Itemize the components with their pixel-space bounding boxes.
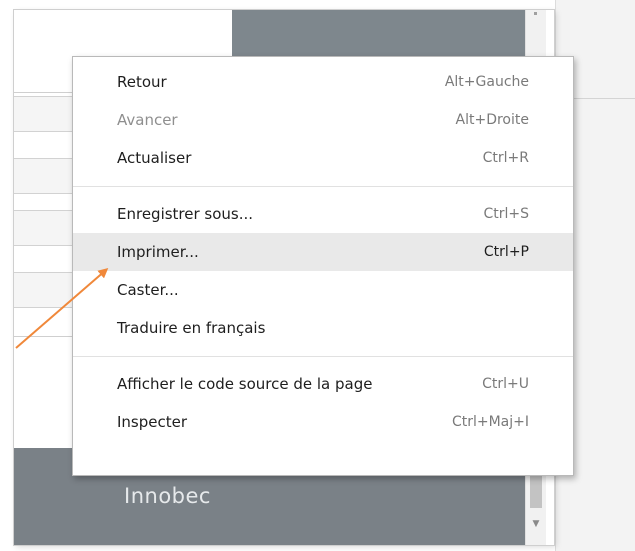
menu-item-afficher-le-code-source-de-la-page[interactable]: Afficher le code source de la page Ctrl+U bbox=[73, 365, 573, 403]
menu-item-shortcut: Ctrl+S bbox=[483, 206, 529, 222]
menu-item-label: Caster... bbox=[117, 281, 179, 299]
browser-context-menu: Retour Alt+Gauche Avancer Alt+Droite Actuali… bbox=[72, 56, 574, 476]
menu-separator bbox=[73, 356, 573, 357]
menu-item-avancer: Avancer Alt+Droite bbox=[73, 101, 573, 139]
scrollbar-marker bbox=[534, 12, 537, 15]
menu-item-imprimer[interactable]: Imprimer... Ctrl+P bbox=[73, 233, 573, 271]
menu-item-caster[interactable]: Caster... bbox=[73, 271, 573, 309]
menu-item-label: Enregistrer sous... bbox=[117, 205, 254, 223]
menu-item-actualiser[interactable]: Actualiser Ctrl+R bbox=[73, 139, 573, 177]
menu-item-shortcut: Ctrl+Maj+I bbox=[451, 414, 529, 430]
footer-brand-logo: Innobec bbox=[124, 484, 211, 508]
menu-item-shortcut: Ctrl+R bbox=[482, 150, 529, 166]
menu-item-shortcut: Alt+Droite bbox=[455, 112, 529, 128]
menu-item-label: Traduire en français bbox=[117, 319, 266, 337]
menu-item-retour[interactable]: Retour Alt+Gauche bbox=[73, 63, 573, 101]
menu-item-shortcut: Alt+Gauche bbox=[444, 74, 529, 90]
menu-item-traduire-en-francais[interactable]: Traduire en français bbox=[73, 309, 573, 347]
screenshot-stage: Innobec ▼ Retour Alt+Gauche Avancer Alt+Dro… bbox=[0, 0, 635, 551]
menu-separator bbox=[73, 186, 573, 187]
menu-item-shortcut: Ctrl+P bbox=[483, 244, 529, 260]
menu-item-shortcut: Ctrl+U bbox=[482, 376, 529, 392]
menu-item-label: Afficher le code source de la page bbox=[117, 375, 373, 393]
menu-item-label: Actualiser bbox=[117, 149, 192, 167]
menu-item-label: Inspecter bbox=[117, 413, 188, 431]
menu-item-inspecter[interactable]: Inspecter Ctrl+Maj+I bbox=[73, 403, 573, 441]
chevron-down-icon[interactable]: ▼ bbox=[529, 518, 543, 530]
menu-item-label: Retour bbox=[117, 73, 167, 91]
menu-item-label: Imprimer... bbox=[117, 243, 199, 261]
menu-item-enregistrer-sous[interactable]: Enregistrer sous... Ctrl+S bbox=[73, 195, 573, 233]
menu-item-label: Avancer bbox=[117, 111, 178, 129]
